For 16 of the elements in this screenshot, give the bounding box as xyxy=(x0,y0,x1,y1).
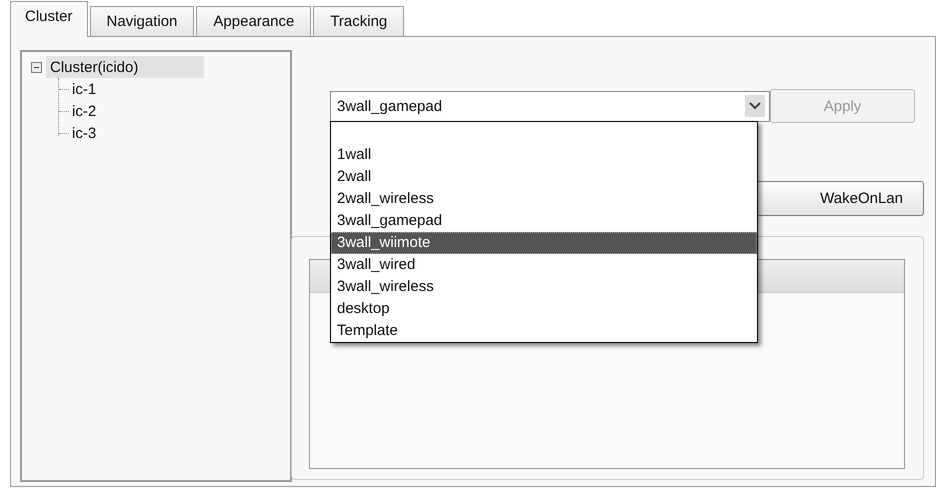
chevron-down-icon[interactable] xyxy=(745,95,765,117)
tab[interactable]: Appearance xyxy=(196,6,312,36)
tab[interactable]: Cluster xyxy=(10,1,88,37)
tree-item[interactable]: ic-1 xyxy=(72,80,96,98)
dropdown-option[interactable]: Template xyxy=(331,320,757,342)
dropdown-option[interactable]: 3wall_wired xyxy=(331,254,757,276)
dropdown-option[interactable]: 3wall_wireless xyxy=(331,276,757,298)
dropdown-option[interactable]: 1wall xyxy=(331,144,757,166)
tab[interactable]: Tracking xyxy=(313,6,404,36)
tree-item[interactable]: Cluster(icido) xyxy=(46,56,204,78)
tree-item[interactable]: ic-2 xyxy=(72,102,96,120)
tab[interactable]: Navigation xyxy=(90,6,194,36)
dropdown-option[interactable]: 3wall_wiimote xyxy=(331,232,757,254)
dropdown-option[interactable]: desktop xyxy=(331,298,757,320)
collapse-icon[interactable] xyxy=(31,62,42,72)
tree-item[interactable]: ic-3 xyxy=(72,124,96,142)
